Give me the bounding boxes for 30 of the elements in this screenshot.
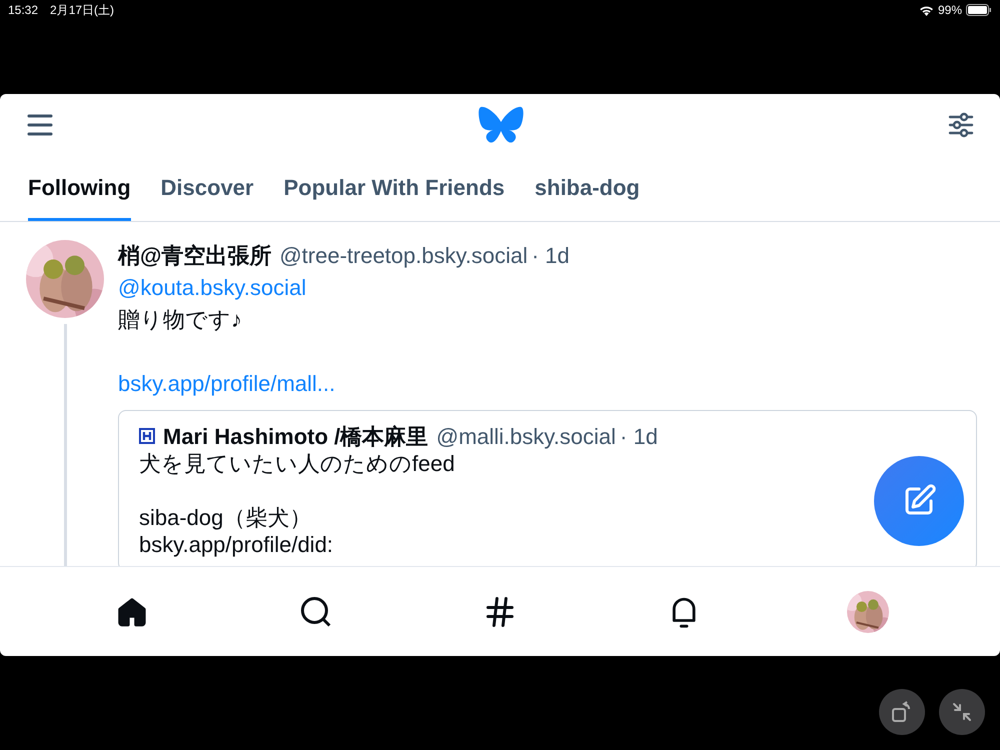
status-time: 15:32 [8,3,38,17]
feed-tab[interactable]: shiba-dog [534,156,640,221]
battery-level: 99% [938,3,962,17]
quote-handle: @malli.bsky.social [436,423,616,450]
battery-icon [966,4,992,16]
quote-text: 犬を見ていたい人のためのfeed [139,450,455,477]
rotate-button[interactable] [879,689,925,735]
feed-tab[interactable]: Following [28,156,131,221]
feed-tab[interactable]: Popular With Friends [284,156,505,221]
post-link[interactable]: bsky.app/profile/mall... [118,368,336,400]
quote-text: bsky.app/profile/did: [139,531,334,558]
quote-time: · 1d [620,423,658,450]
settings-button[interactable] [948,112,974,138]
minimize-icon [950,700,974,724]
quote-author: Mari Hashimoto /橋本麻里 [163,423,428,450]
quote-text: siba-dog（柴犬） [139,504,312,531]
status-date: 2月17日(土) [50,2,114,18]
post-text: 贈り物です♪ [118,306,243,334]
mention-link[interactable]: @kouta.bsky.social [118,272,306,304]
sliders-icon [948,112,974,138]
avatar-icon [139,428,155,444]
butterfly-logo [478,105,524,145]
author-handle: @tree-treetop.bsky.social [279,242,528,270]
wifi-icon [918,4,934,16]
post-time: · 1d [532,242,570,270]
author-name: 梢@青空出張所 [118,242,272,270]
menu-button[interactable] [26,113,54,137]
menu-icon [26,113,54,137]
feed-tab[interactable]: Discover [160,156,254,221]
minimize-button[interactable] [939,689,985,735]
